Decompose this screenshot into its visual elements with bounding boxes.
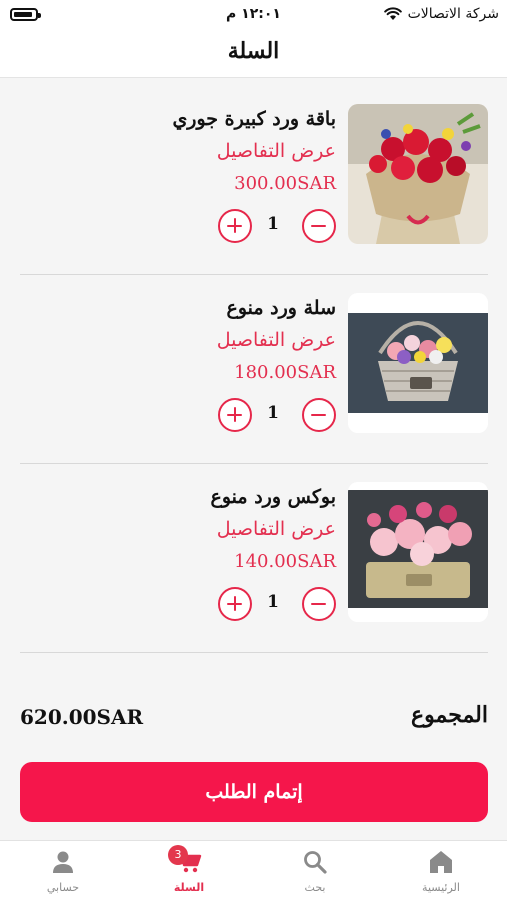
view-details-link[interactable]: عرض التفاصيل	[36, 327, 336, 361]
item-name: باقة ورد كبيرة جوري	[172, 108, 336, 130]
item-name: سلة ورد منوع	[226, 297, 336, 319]
quantity-stepper: 1	[216, 398, 336, 434]
item-info: باقة ورد كبيرة جوري عرض التفاصيل 300.00S…	[36, 106, 336, 202]
tab-label: السلة	[173, 881, 205, 894]
total-row: المجموع 620.00SAR	[20, 700, 488, 740]
item-price: 140.00SAR	[234, 551, 336, 572]
view-details-link[interactable]: عرض التفاصيل	[36, 138, 336, 172]
tab-bar: حسابي 3 السلة بحث الرئيسية	[0, 840, 507, 900]
item-price: 180.00SAR	[234, 362, 336, 383]
quantity-stepper: 1	[216, 209, 336, 245]
plus-icon[interactable]	[218, 587, 252, 621]
cart-count-badge: 3	[168, 845, 188, 865]
quantity-value: 1	[267, 403, 279, 423]
tab-account[interactable]: حسابي	[0, 841, 126, 900]
quantity-value: 1	[267, 214, 279, 234]
item-info: سلة ورد منوع عرض التفاصيل 180.00SAR	[36, 295, 336, 391]
status-bar: ١٢:٠١ م شركة الاتصالات	[0, 0, 507, 30]
page-title: السلة	[227, 38, 280, 64]
view-details-link[interactable]: عرض التفاصيل	[36, 516, 336, 550]
item-price: 300.00SAR	[234, 173, 336, 194]
quantity-value: 1	[267, 592, 279, 612]
total-label: المجموع	[411, 702, 488, 728]
item-name: بوكس ورد منوع	[210, 486, 336, 508]
cart-list: باقة ورد كبيرة جوري عرض التفاصيل 300.00S…	[20, 86, 488, 653]
cart-item: بوكس ورد منوع عرض التفاصيل 140.00SAR 1	[20, 464, 488, 653]
cart-item: سلة ورد منوع عرض التفاصيل 180.00SAR 1	[20, 275, 488, 464]
total-value: 620.00SAR	[20, 705, 144, 729]
nav-header: السلة	[0, 30, 507, 78]
status-carrier: شركة الاتصالات	[383, 6, 499, 22]
tab-cart[interactable]: 3 السلة	[126, 841, 252, 900]
minus-icon[interactable]	[302, 587, 336, 621]
person-icon	[50, 849, 76, 875]
minus-icon[interactable]	[302, 398, 336, 432]
tab-label: الرئيسية	[422, 881, 460, 894]
carrier-name: شركة الاتصالات	[407, 6, 499, 22]
item-info: بوكس ورد منوع عرض التفاصيل 140.00SAR	[36, 484, 336, 580]
product-image-mixed-flower-basket[interactable]	[348, 293, 488, 433]
quantity-stepper: 1	[216, 587, 336, 623]
plus-icon[interactable]	[218, 398, 252, 432]
cart-item: باقة ورد كبيرة جوري عرض التفاصيل 300.00S…	[20, 86, 488, 275]
tab-label: حسابي	[46, 881, 80, 894]
tab-search[interactable]: بحث	[252, 841, 378, 900]
plus-icon[interactable]	[218, 209, 252, 243]
wifi-icon	[383, 7, 402, 21]
home-icon	[428, 849, 454, 875]
product-image-pink-roses-box[interactable]	[348, 482, 488, 622]
product-image-red-roses-bouquet[interactable]	[348, 104, 488, 244]
checkout-button[interactable]: إتمام الطلب	[20, 762, 488, 822]
search-icon	[302, 849, 328, 875]
tab-label: بحث	[304, 881, 326, 894]
minus-icon[interactable]	[302, 209, 336, 243]
tab-home[interactable]: الرئيسية	[378, 841, 504, 900]
